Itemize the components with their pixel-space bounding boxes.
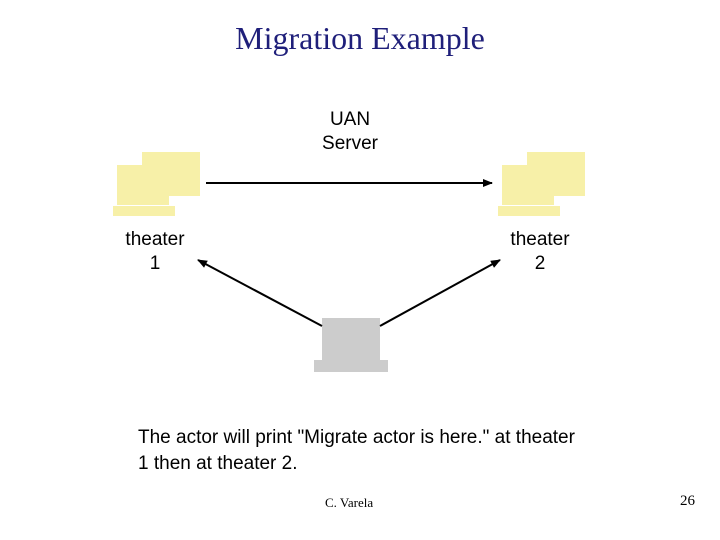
uan-server-label: UAN Server xyxy=(295,108,405,156)
arrow-actor-to-theater2 xyxy=(380,260,500,326)
actor-icon xyxy=(314,318,388,372)
footer-page-number: 26 xyxy=(680,493,695,510)
workstation-theater-2-icon xyxy=(498,152,585,216)
theater-1-label: theater 1 xyxy=(110,228,200,276)
arrow-actor-to-theater1 xyxy=(198,260,322,326)
workstation-theater-1-icon xyxy=(113,152,200,216)
footer-author: C. Varela xyxy=(325,495,373,511)
theater-2-label: theater 2 xyxy=(495,228,585,276)
caption-text: The actor will print "Migrate actor is h… xyxy=(138,425,578,476)
slide: Migration Example UA xyxy=(0,0,720,540)
